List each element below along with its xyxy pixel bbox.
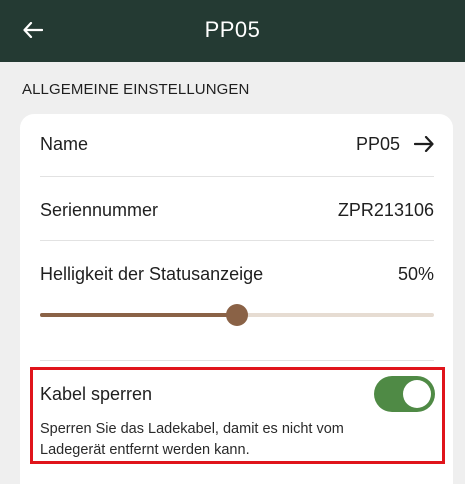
cable-lock-label: Kabel sperren: [40, 383, 153, 404]
brightness-slider[interactable]: [40, 300, 434, 330]
page-title: PP05: [204, 17, 261, 42]
arrow-right-icon: [414, 136, 434, 152]
divider: [40, 240, 434, 241]
divider: [40, 360, 434, 361]
section-header: ALLGEMEINE EINSTELLUNGEN: [22, 81, 250, 98]
brightness-label: Helligkeit der Statusanzeige: [40, 263, 264, 284]
setting-row-name[interactable]: Name PP05: [40, 127, 434, 161]
slider-thumb[interactable]: [226, 304, 248, 326]
slider-fill: [40, 313, 237, 317]
serial-value: ZPR213106: [337, 199, 434, 220]
serial-label: Seriennummer: [40, 199, 159, 220]
toggle-knob: [403, 380, 431, 408]
cable-lock-toggle[interactable]: [374, 376, 435, 412]
settings-card: Name PP05 Seriennummer ZPR213106 Helligk…: [20, 114, 453, 484]
divider: [40, 176, 434, 177]
name-label: Name: [40, 133, 89, 154]
cable-lock-description: Sperren Sie das Ladekabel, damit es nich…: [40, 421, 344, 458]
setting-row-cable-lock: Kabel sperren: [40, 377, 360, 411]
setting-row-brightness: Helligkeit der Statusanzeige 50%: [40, 257, 434, 291]
name-value: PP05: [355, 133, 400, 154]
brightness-value: 50%: [397, 263, 434, 284]
setting-row-serial: Seriennummer ZPR213106: [40, 193, 434, 227]
app-bar: PP05: [0, 0, 465, 62]
